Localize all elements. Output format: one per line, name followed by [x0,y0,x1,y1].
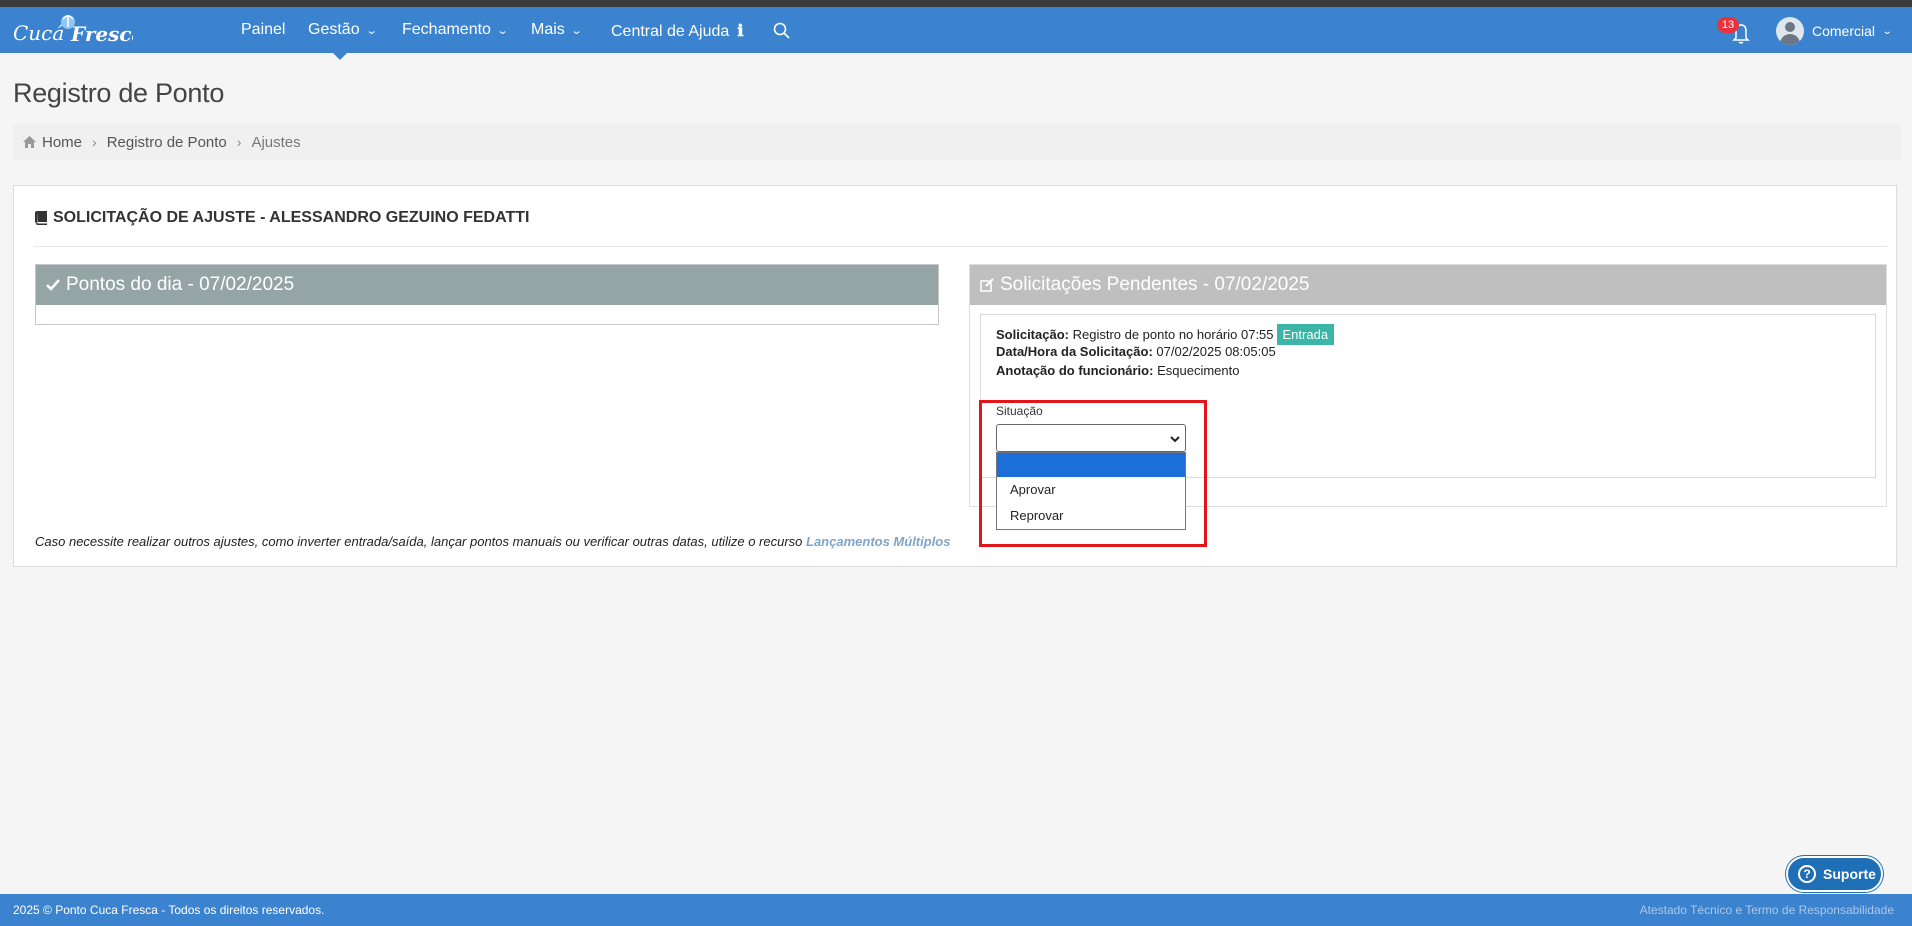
option-empty[interactable] [997,453,1185,477]
solicitacoes-pendentes-panel: Solicitações Pendentes - 07/02/2025 Soli… [969,264,1887,530]
top-navbar: Cucá Fresca Painel Gestão ⌄ Fechamento ⌄ M… [0,7,1912,60]
breadcrumb-separator-icon: › [92,134,97,150]
logo-text-left: Cucá [13,21,64,45]
breadcrumb-separator-icon: › [236,134,242,150]
pontos-do-dia-title: Pontos do dia - 07/02/2025 [66,274,295,295]
user-name: Comercial [1812,23,1876,39]
datetime-value: 07/02/2025 08:05:05 [1156,344,1276,359]
datetime-line: Data/Hora da Solicitação: 07/02/2025 08:… [996,344,1276,359]
breadcrumb-home[interactable]: Home [42,134,82,151]
breadcrumb: Home › Registro de Ponto › Ajustes [13,124,1901,160]
page-title: Registro de Ponto [13,78,225,108]
card-title: SOLICITAÇÃO DE AJUSTE - ALESSANDRO GEZUI… [35,209,529,227]
nav-central-de-ajuda-label: Central de Ajuda [611,23,730,40]
chevron-down-icon: ⌄ [365,25,378,37]
edit-icon [980,278,994,292]
info-icon: ℹ [737,21,744,40]
request-line: Solicitação: Registro de ponto no horári… [996,324,1335,345]
book-icon [35,211,47,225]
avatar [1776,17,1804,45]
pontos-do-dia-header: Pontos do dia - 07/02/2025 [36,265,938,305]
request-label: Solicitação: [996,327,1069,342]
option-reprovar[interactable]: Reprovar [997,503,1185,529]
nav-gestao[interactable]: Gestão ⌄ [308,21,378,39]
employee-note-line: Anotação do funcionário: Esquecimento [996,363,1239,378]
nav-central-de-ajuda[interactable]: Central de Ajuda ℹ [611,21,743,41]
lancamentos-multiplos-link[interactable]: Lançamentos Múltiplos [806,534,950,549]
nav-fechamento-label: Fechamento [402,21,491,38]
request-value: Registro de ponto no horário 07:55 [1072,327,1274,342]
employee-note-value: Esquecimento [1157,363,1240,378]
solicitacoes-pendentes-header: Solicitações Pendentes - 07/02/2025 [970,265,1886,305]
solicitacoes-pendentes-title: Solicitações Pendentes - 07/02/2025 [1000,274,1310,295]
logo-text-right: Fresca [70,22,133,46]
situacao-label: Situação [996,404,1043,418]
help-icon: ? [1798,865,1816,883]
search-icon[interactable] [772,21,792,41]
nav-fechamento[interactable]: Fechamento ⌄ [402,21,509,39]
request-details: Solicitação: Registro de ponto no horári… [980,314,1876,530]
top-strip [0,0,1912,7]
divider [34,246,1887,247]
support-label: Suporte [1823,866,1876,882]
notification-badge: 13 [1717,17,1739,33]
chevron-down-icon [1170,436,1180,443]
footnote-text: Caso necessite realizar outros ajustes, … [35,534,803,549]
footnote: Caso necessite realizar outros ajustes, … [35,534,950,549]
user-menu[interactable]: Comercial ⌄ [1776,15,1893,47]
card-title-text: SOLICITAÇÃO DE AJUSTE - ALESSANDRO GEZUI… [53,209,530,226]
nav-painel[interactable]: Painel [241,21,285,39]
logo[interactable]: Cucá Fresca [13,13,133,49]
adjustment-card: SOLICITAÇÃO DE AJUSTE - ALESSANDRO GEZUI… [13,185,1897,567]
datetime-label: Data/Hora da Solicitação: [996,344,1153,359]
check-icon [46,279,60,291]
nav-mais[interactable]: Mais ⌄ [531,21,583,39]
entrada-tag: Entrada [1276,324,1335,345]
nav-mais-label: Mais [531,21,565,38]
situacao-select[interactable] [996,424,1186,452]
breadcrumb-current: Ajustes [251,133,301,151]
nav-gestao-label: Gestão [308,21,360,38]
active-nav-caret [333,53,347,60]
chevron-down-icon: ⌄ [1881,25,1893,37]
home-icon [23,136,36,148]
chevron-down-icon: ⌄ [496,25,509,37]
footer: 2025 © Ponto Cuca Fresca - Todos os dire… [0,894,1912,926]
footer-copyright: 2025 © Ponto Cuca Fresca - Todos os dire… [13,903,325,917]
footer-link[interactable]: Atestado Técnico e Termo de Responsabili… [1640,903,1894,917]
situacao-dropdown: Aprovar Reprovar [996,452,1186,530]
nav-painel-label: Painel [241,21,286,38]
employee-note-label: Anotação do funcionário: [996,363,1154,378]
option-aprovar[interactable]: Aprovar [997,477,1185,503]
support-button[interactable]: ? Suporte [1786,856,1883,892]
breadcrumb-registro[interactable]: Registro de Ponto [107,134,227,151]
chevron-down-icon: ⌄ [570,25,583,37]
pontos-do-dia-panel: Pontos do dia - 07/02/2025 [35,264,939,325]
